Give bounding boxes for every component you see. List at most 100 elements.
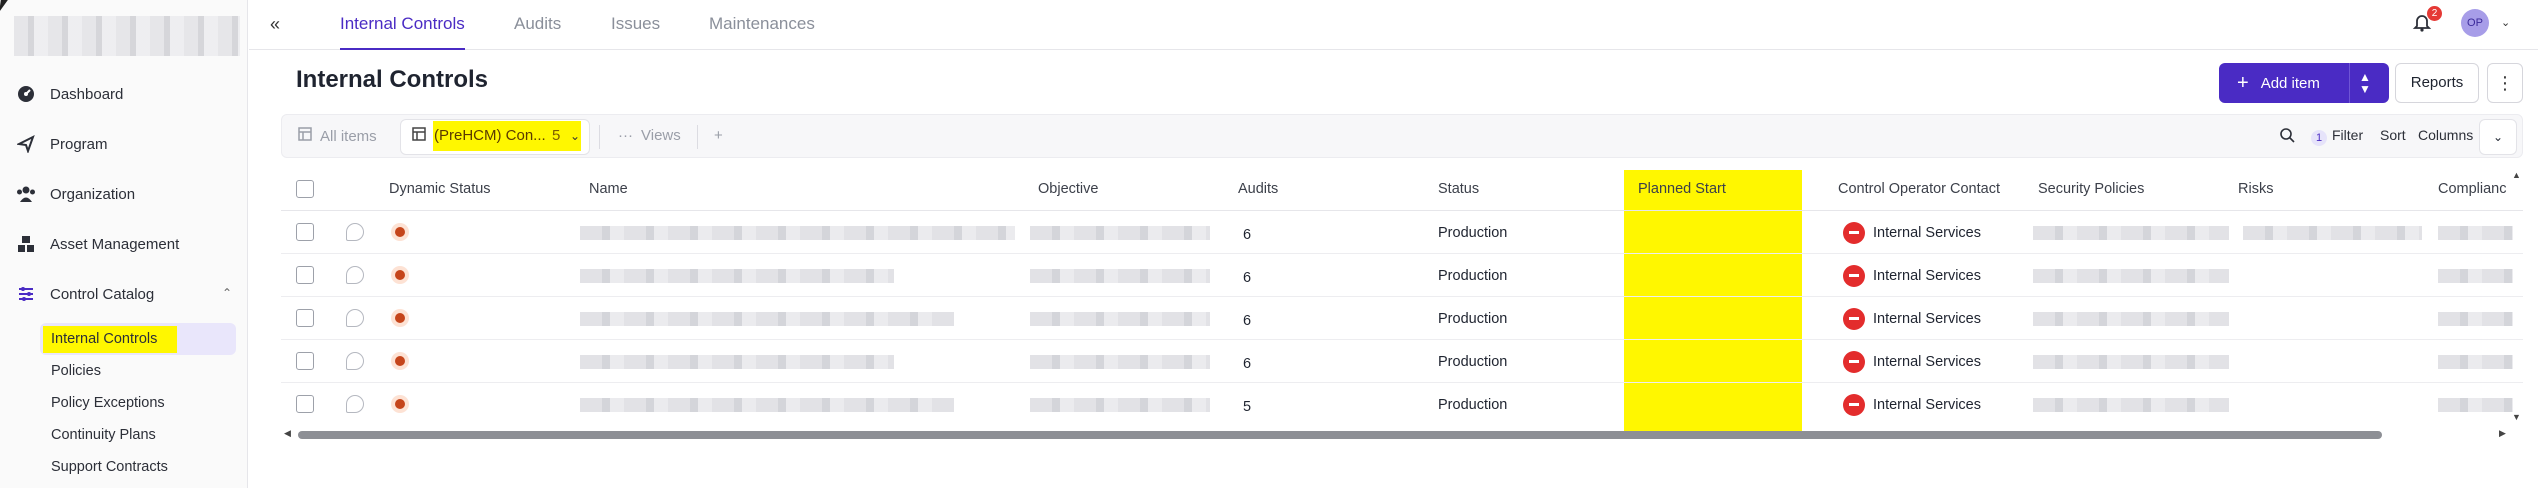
status-cell: Production	[1438, 311, 1508, 327]
sidebar-subitem-continuity-plans[interactable]: Continuity Plans	[51, 424, 156, 446]
sidebar-item-label: Dashboard	[50, 85, 124, 103]
tab-audits[interactable]: Audits	[514, 14, 561, 50]
operator-icon	[1843, 351, 1865, 373]
audits-cell[interactable]: 5	[1243, 399, 1251, 415]
comment-icon[interactable]	[346, 352, 364, 370]
status-cell: Production	[1438, 354, 1508, 370]
column-header-name[interactable]: Name	[589, 181, 628, 197]
comment-icon[interactable]	[346, 223, 364, 241]
column-header-compliance[interactable]: Complianc	[2438, 181, 2507, 197]
updown-chevron-icon[interactable]: ▲ ▼	[2359, 71, 2371, 95]
operator-cell[interactable]: Internal Services	[1873, 354, 1981, 370]
add-view-icon[interactable]: +	[714, 127, 723, 144]
sidebar-item-organization[interactable]: Organization	[16, 179, 135, 209]
audits-cell[interactable]: 6	[1243, 313, 1251, 329]
sidebar-subitem-policies[interactable]: Policies	[51, 360, 101, 382]
operator-icon	[1843, 265, 1865, 287]
chevron-down-icon[interactable]: ⌄	[570, 129, 580, 143]
status-cell: Production	[1438, 268, 1508, 284]
select-all-checkbox[interactable]	[296, 180, 314, 198]
dynamic-status-icon	[391, 223, 409, 241]
view-name[interactable]: (PreHCM) Con...	[434, 127, 546, 144]
search-icon[interactable]	[2279, 127, 2295, 146]
column-header-risks[interactable]: Risks	[2238, 181, 2273, 197]
column-header-audits[interactable]: Audits	[1238, 181, 1278, 197]
compliance-cell	[2438, 355, 2513, 369]
scrollbar-thumb[interactable]	[298, 431, 2382, 439]
scroll-right-arrow-icon[interactable]: ▶	[2499, 428, 2506, 439]
name-cell[interactable]	[580, 269, 894, 283]
security-policies-cell	[2033, 312, 2229, 326]
dynamic-status-icon	[391, 309, 409, 327]
all-items-tab[interactable]: All items	[298, 127, 377, 145]
filter-button[interactable]: Filter	[2332, 127, 2363, 143]
more-options-icon[interactable]: ⋮	[2487, 63, 2523, 103]
name-cell[interactable]	[580, 398, 954, 412]
views-menu[interactable]: ··· Views	[618, 127, 681, 144]
name-cell[interactable]	[580, 355, 894, 369]
filter-count-badge: 1	[2311, 130, 2327, 146]
column-header-security-policies[interactable]: Security Policies	[2038, 181, 2144, 197]
sidebar-item-program[interactable]: Program	[16, 129, 108, 159]
sidebar-subitem-policy-exceptions[interactable]: Policy Exceptions	[51, 392, 165, 414]
divider	[599, 125, 600, 149]
row-checkbox[interactable]	[296, 223, 314, 241]
sidebar-item-control-catalog[interactable]: Control Catalog ⌃	[16, 279, 232, 309]
chevron-down-icon[interactable]: ⌄	[2479, 119, 2517, 155]
tab-maintenances[interactable]: Maintenances	[709, 14, 815, 50]
scroll-down-arrow-icon[interactable]: ▼	[2512, 412, 2521, 422]
row-checkbox[interactable]	[296, 309, 314, 327]
name-cell[interactable]	[580, 312, 954, 326]
comment-icon[interactable]	[346, 266, 364, 284]
operator-icon	[1843, 394, 1865, 416]
sidebar-item-label: Organization	[50, 185, 136, 203]
chevron-up-icon: ⌃	[221, 286, 232, 300]
audits-cell[interactable]: 6	[1243, 270, 1251, 286]
divider	[281, 253, 2523, 254]
sidebar-subitem-internal-controls[interactable]: Internal Controls	[51, 328, 157, 350]
risks-cell	[2243, 226, 2422, 240]
audits-cell[interactable]: 6	[1243, 356, 1251, 372]
security-policies-cell	[2033, 226, 2229, 240]
views-label: Views	[641, 127, 681, 144]
horizontal-scrollbar[interactable]: ◀ ▶	[284, 428, 2509, 440]
row-checkbox[interactable]	[296, 352, 314, 370]
view-item-count: 5	[552, 127, 561, 144]
row-checkbox[interactable]	[296, 266, 314, 284]
operator-cell[interactable]: Internal Services	[1873, 397, 1981, 413]
comment-icon[interactable]	[346, 309, 364, 327]
operator-cell[interactable]: Internal Services	[1873, 311, 1981, 327]
compliance-cell	[2438, 398, 2513, 412]
divider	[2349, 63, 2350, 103]
column-header-status[interactable]: Status	[1438, 181, 1479, 197]
scroll-left-arrow-icon[interactable]: ◀	[284, 428, 291, 439]
comment-icon[interactable]	[346, 395, 364, 413]
columns-button[interactable]: Columns	[2418, 127, 2473, 143]
chevron-down-icon[interactable]: ⌄	[2501, 16, 2510, 29]
tab-internal-controls[interactable]: Internal Controls	[340, 14, 465, 50]
sort-button[interactable]: Sort	[2380, 127, 2406, 143]
divider	[281, 382, 2523, 383]
sidebar-item-dashboard[interactable]: Dashboard	[16, 79, 123, 109]
audits-cell[interactable]: 6	[1243, 227, 1251, 243]
sidebar-item-asset-management[interactable]: Asset Management	[16, 229, 179, 259]
column-header-control-operator-contact[interactable]: Control Operator Contact	[1838, 181, 2000, 197]
column-header-dynamic-status[interactable]: Dynamic Status	[389, 181, 491, 197]
sidebar-item-label: Program	[50, 135, 108, 153]
asset-management-icon	[16, 234, 36, 254]
top-bar: « Internal Controls Audits Issues Mainte…	[249, 0, 2538, 50]
reports-button[interactable]: Reports	[2395, 63, 2479, 103]
operator-cell[interactable]: Internal Services	[1873, 268, 1981, 284]
operator-cell[interactable]: Internal Services	[1873, 225, 1981, 241]
tab-issues[interactable]: Issues	[611, 14, 660, 50]
column-header-objective[interactable]: Objective	[1038, 181, 1098, 197]
row-checkbox[interactable]	[296, 395, 314, 413]
column-header-planned-start[interactable]: Planned Start	[1638, 181, 1726, 197]
scroll-up-arrow-icon[interactable]: ▲	[2512, 170, 2521, 180]
collapse-sidebar-icon[interactable]: «	[263, 12, 287, 36]
security-policies-cell	[2033, 398, 2229, 412]
avatar[interactable]: OP	[2461, 9, 2489, 37]
name-cell[interactable]	[580, 226, 1015, 240]
sidebar-subitem-support-contracts[interactable]: Support Contracts	[51, 456, 168, 478]
add-item-button[interactable]: + Add item ▲ ▼	[2219, 63, 2389, 103]
